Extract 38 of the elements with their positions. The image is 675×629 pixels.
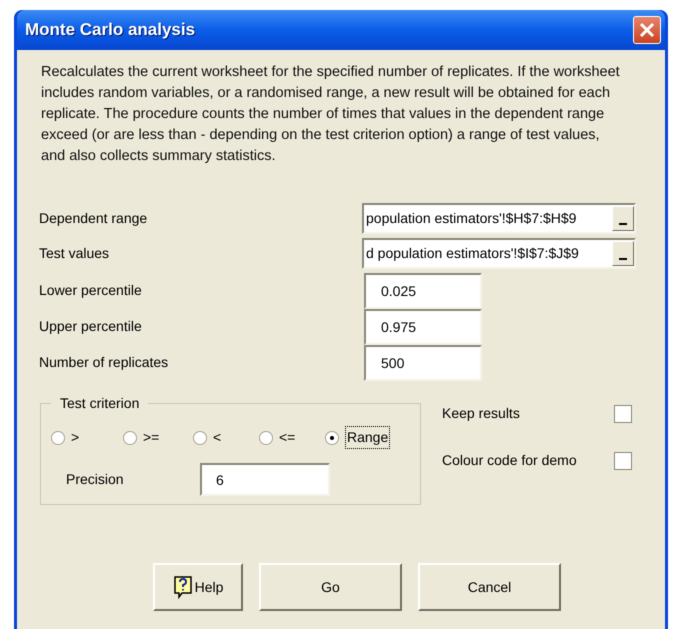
field-label: Dependent range — [38, 209, 148, 228]
number-field[interactable]: 0.025 — [364, 273, 482, 309]
number-field[interactable]: 500 — [364, 345, 482, 381]
precision-label: Precision — [65, 470, 125, 489]
range-field[interactable]: d population estimators'!$I$7:$J$9 — [362, 238, 636, 269]
option-label: Colour code for demo — [442, 451, 578, 470]
dialog-button[interactable]: Cancel — [418, 563, 561, 611]
field-label: Test values — [38, 244, 110, 263]
number-field[interactable]: 0.975 — [364, 309, 482, 345]
precision-field[interactable]: 6 — [200, 463, 330, 496]
checkbox[interactable] — [614, 452, 632, 470]
collapse-button[interactable] — [612, 241, 634, 266]
window-title: Monte Carlo analysis — [25, 19, 196, 42]
range-field[interactable]: population estimators'!$H$7:$H$9 — [362, 203, 636, 234]
field-label: Number of replicates — [38, 353, 170, 372]
radio-label: < — [213, 428, 222, 447]
radio-label: Range — [345, 426, 390, 449]
field-label: Upper percentile — [38, 317, 143, 336]
dash-icon — [619, 223, 627, 225]
close-icon — [639, 22, 655, 38]
radio-button[interactable] — [51, 430, 65, 444]
dash-icon — [619, 258, 627, 260]
radio-label: <= — [279, 428, 296, 447]
checkbox[interactable] — [614, 404, 632, 422]
collapse-button[interactable] — [612, 206, 634, 231]
radio-button[interactable] — [193, 430, 207, 444]
help-icon — [172, 575, 193, 599]
radio-button[interactable] — [325, 430, 339, 444]
radio-label: >= — [143, 428, 160, 447]
close-button[interactable] — [633, 16, 661, 44]
radio-label: > — [71, 428, 80, 447]
help-button[interactable]: Help — [153, 563, 243, 611]
field-label: Lower percentile — [38, 281, 143, 300]
option-label: Keep results — [442, 404, 521, 423]
description-text: Recalculates the current worksheet for the specified number of replicates. If the worksheet includes random variables, or a randomised range, a new result will be obtained for each replicate. The procedure counts the number of times that values in the dependent range exceed (or are less than - depending on the test criterion option) a range of test values, and also collects summary statistics. — [40, 63, 621, 166]
radio-button[interactable] — [259, 430, 273, 444]
radio-button[interactable] — [123, 430, 137, 444]
dialog-button[interactable]: Go — [259, 563, 402, 611]
